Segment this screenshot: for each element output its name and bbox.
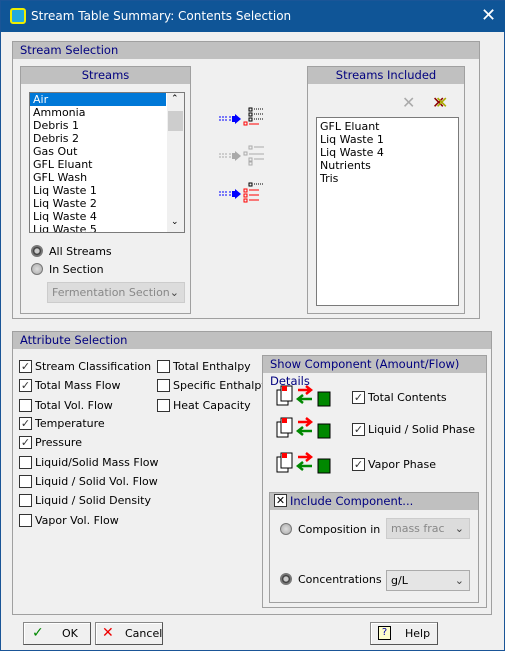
scrollbar[interactable]: ⌃ ⌄ <box>167 93 184 232</box>
list-item[interactable]: Liq Waste 2 <box>30 197 166 210</box>
component-transfer-icon <box>276 384 332 408</box>
x-icon: ✕ <box>102 625 114 641</box>
stream-selection-header: Stream Selection <box>13 42 479 59</box>
composition-radio[interactable] <box>280 523 292 535</box>
concentrations-label: Concentrations in <box>298 573 396 586</box>
component-label: Vapor Phase <box>368 458 436 471</box>
list-item[interactable]: GFL Eluant <box>30 158 166 171</box>
list-item[interactable]: Ammonia <box>30 106 166 119</box>
close-icon[interactable]: ✕ <box>481 5 496 26</box>
attribute-label: Stream Classification <box>35 360 152 373</box>
ok-button[interactable]: ✓ OK <box>23 622 91 645</box>
attribute-label: Liquid / Solid Density <box>35 494 151 507</box>
add-selected-icon[interactable] <box>218 107 268 129</box>
window-title: Stream Table Summary: Contents Selection <box>31 9 292 23</box>
attribute-checkbox[interactable]: ✓ <box>19 417 32 430</box>
streams-header: Streams <box>21 67 190 84</box>
attribute-label: Total Mass Flow <box>35 379 121 392</box>
attribute-label: Heat Capacity <box>173 399 251 412</box>
attribute-checkbox[interactable] <box>19 514 32 527</box>
attribute-label: Vapor Vol. Flow <box>35 514 119 527</box>
component-transfer-icon <box>276 451 332 475</box>
section-dropdown[interactable]: Fermentation Section ⌄ <box>47 282 185 303</box>
concentrations-dropdown[interactable]: g/L ⌄ <box>386 570 470 591</box>
component-checkbox[interactable]: ✓ <box>352 423 365 436</box>
list-item[interactable]: Gas Out <box>30 145 166 158</box>
list-item[interactable]: Liq Waste 1 <box>30 184 166 197</box>
list-item[interactable]: GFL Wash <box>30 171 166 184</box>
attribute-label: Liquid / Solid Vol. Flow <box>35 475 158 488</box>
attribute-checkbox[interactable]: ✓ <box>19 436 32 449</box>
remove-all-icon[interactable]: ✕ ✕ <box>432 93 448 112</box>
all-streams-radio[interactable] <box>31 245 43 257</box>
list-item[interactable]: Air <box>30 93 166 106</box>
add-all-icon[interactable] <box>218 144 268 166</box>
help-button[interactable]: ? Help <box>370 622 438 645</box>
dialog-window: Stream Table Summary: Contents Selection… <box>0 0 505 651</box>
concentrations-dropdown-value: g/L <box>391 574 408 587</box>
attribute-label: Liquid/Solid Mass Flow <box>35 456 159 469</box>
attribute-label: Pressure <box>35 436 82 449</box>
attribute-checkbox[interactable] <box>157 360 170 373</box>
chevron-down-icon: ⌄ <box>169 286 179 299</box>
streams-included-header: Streams Included <box>308 67 464 84</box>
include-component-label: Include Component... <box>290 494 414 508</box>
chevron-down-icon: ⌄ <box>454 574 464 587</box>
streams-included-listbox[interactable]: GFL Eluant Liq Waste 1 Liq Waste 4 Nutrient… <box>316 117 459 306</box>
list-item[interactable]: Liq Waste 4 <box>30 210 166 223</box>
check-icon: ✓ <box>32 625 44 641</box>
attribute-checkbox[interactable] <box>19 494 32 507</box>
component-details-header: Show Component (Amount/Flow) Details <box>263 356 486 388</box>
attribute-checkbox[interactable] <box>157 379 170 392</box>
attribute-checkbox[interactable] <box>19 475 32 488</box>
attribute-checkbox[interactable] <box>19 456 32 469</box>
section-dropdown-value: Fermentation Section <box>52 286 170 299</box>
help-icon: ? <box>378 626 391 640</box>
component-transfer-icon <box>276 416 332 440</box>
concentrations-radio[interactable] <box>280 573 292 585</box>
remove-icon[interactable]: ✕ <box>402 93 415 112</box>
scroll-down-icon[interactable]: ⌄ <box>171 217 179 227</box>
streams-listbox[interactable]: Air Ammonia Debris 1 Debris 2 Gas Out GFL Elu… <box>29 92 185 233</box>
superpro-icon <box>10 8 26 24</box>
list-item[interactable]: Debris 2 <box>30 132 166 145</box>
list-item[interactable]: Liq Waste 4 <box>317 146 458 159</box>
attribute-label: Specific Enthalpy <box>173 379 268 392</box>
list-item[interactable]: Liq Waste 5 <box>30 223 166 232</box>
in-section-label: In Section <box>49 263 104 276</box>
scroll-thumb[interactable] <box>168 111 183 131</box>
in-section-radio[interactable] <box>31 263 43 275</box>
attribute-checkbox[interactable] <box>19 399 32 412</box>
attribute-checkbox[interactable]: ✓ <box>19 360 32 373</box>
list-item[interactable]: Tris <box>317 172 458 185</box>
all-streams-label: All Streams <box>49 245 112 258</box>
attribute-label: Temperature <box>35 417 105 430</box>
list-item[interactable]: Nutrients <box>317 159 458 172</box>
list-item[interactable]: Debris 1 <box>30 119 166 132</box>
attribute-selection-header: Attribute Selection <box>13 332 491 349</box>
include-component-checkbox[interactable]: ✕ <box>274 494 287 507</box>
composition-dropdown[interactable]: mass frac ⌄ <box>386 518 470 539</box>
attribute-label: Total Enthalpy <box>173 360 251 373</box>
component-label: Liquid / Solid Phase <box>368 423 476 436</box>
attribute-checkbox[interactable] <box>157 399 170 412</box>
attribute-checkbox[interactable]: ✓ <box>19 379 32 392</box>
component-label: Total Contents <box>368 391 447 404</box>
attribute-label: Total Vol. Flow <box>35 399 113 412</box>
chevron-down-icon: ⌄ <box>454 522 464 535</box>
cancel-button[interactable]: ✕ Cancel <box>95 622 163 645</box>
composition-dropdown-value: mass frac <box>391 522 445 535</box>
list-item[interactable]: GFL Eluant <box>317 120 458 133</box>
composition-label: Composition in <box>298 523 381 536</box>
component-checkbox[interactable]: ✓ <box>352 458 365 471</box>
list-item[interactable]: Liq Waste 1 <box>317 133 458 146</box>
component-checkbox[interactable]: ✓ <box>352 391 365 404</box>
title-bar: Stream Table Summary: Contents Selection… <box>1 1 505 32</box>
add-section-icon[interactable] <box>218 182 268 204</box>
scroll-up-icon[interactable]: ⌃ <box>171 94 179 104</box>
